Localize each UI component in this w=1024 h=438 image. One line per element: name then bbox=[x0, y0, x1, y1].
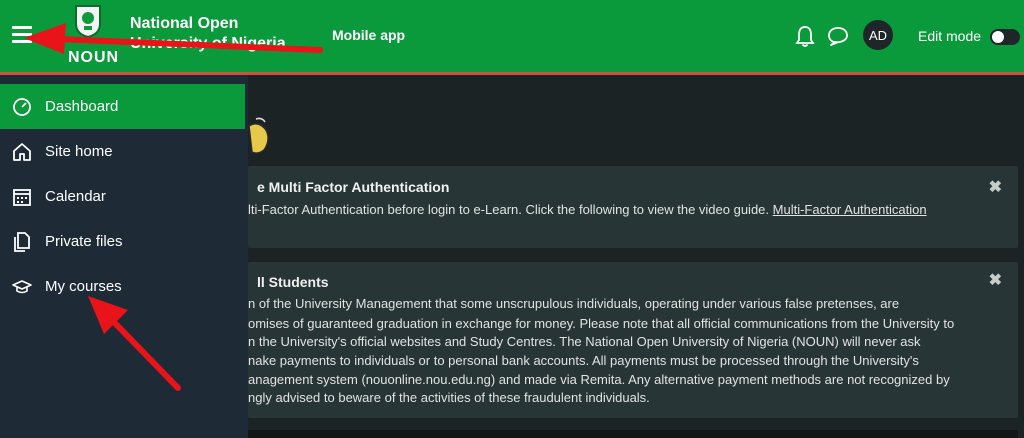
sidebar-item-label: Site home bbox=[45, 143, 113, 160]
notice-text: lti-Factor Authentication before login t… bbox=[248, 202, 927, 217]
files-icon bbox=[14, 231, 30, 252]
logo-text: NOUN bbox=[68, 49, 120, 66]
graduation-cap-icon bbox=[12, 279, 32, 293]
sidebar-item-calendar[interactable]: Calendar bbox=[0, 174, 245, 219]
sidebar-item-label: My courses bbox=[45, 278, 122, 295]
chat-icon[interactable] bbox=[826, 25, 850, 47]
toggle-knob bbox=[992, 31, 1004, 43]
sidebar-item-dashboard[interactable]: Dashboard bbox=[0, 84, 245, 129]
sidebar-item-label: Dashboard bbox=[45, 98, 119, 115]
edit-mode-label: Edit mode bbox=[918, 28, 982, 44]
notice-text-line: nake payments to individuals or to perso… bbox=[248, 353, 919, 368]
notice-text-line: omises of guaranteed graduation in excha… bbox=[248, 316, 955, 331]
notice-text-line: n the University's official websites and… bbox=[248, 334, 921, 349]
sidebar-item-private-files[interactable]: Private files bbox=[0, 219, 245, 264]
notice-title: ll Students bbox=[257, 274, 329, 290]
notice-text-line: ngly advised to beware of the activities… bbox=[248, 390, 650, 405]
site-name-line2: University of Nigeria bbox=[130, 35, 286, 52]
menu-icon[interactable] bbox=[12, 26, 32, 44]
site-name[interactable]: National Open University of Nigeria bbox=[130, 14, 286, 54]
mobile-app-link[interactable]: Mobile app bbox=[332, 27, 405, 43]
waving-hand-icon bbox=[248, 117, 269, 154]
close-icon[interactable]: ✖ bbox=[989, 270, 1002, 290]
university-logo[interactable] bbox=[72, 4, 104, 38]
notice-students: ll Students n of the University Manageme… bbox=[248, 262, 1018, 418]
site-name-line1: National Open bbox=[130, 15, 239, 32]
notice-text-line: anagement system (nouonline.nou.edu.ng) … bbox=[248, 372, 950, 387]
notice-title: e Multi Factor Authentication bbox=[257, 179, 450, 195]
sidebar-item-label: Private files bbox=[45, 233, 123, 250]
mfa-guide-link[interactable]: Multi-Factor Authentication bbox=[773, 202, 927, 217]
edit-mode-toggle[interactable] bbox=[990, 29, 1020, 45]
calendar-icon bbox=[13, 188, 31, 206]
gauge-icon bbox=[13, 97, 31, 116]
next-block-edge bbox=[248, 430, 1018, 438]
sidebar-item-my-courses[interactable]: My courses bbox=[0, 264, 245, 309]
nav-drawer: Dashboard Site home Calendar Private fil… bbox=[0, 75, 248, 438]
notice-mfa: e Multi Factor Authentication lti-Factor… bbox=[248, 166, 1018, 248]
top-navbar: NOUN National Open University of Nigeria… bbox=[0, 0, 1024, 72]
close-icon[interactable]: ✖ bbox=[989, 177, 1002, 197]
sidebar-item-label: Calendar bbox=[45, 188, 106, 205]
notice-text-line: n of the University Management that some… bbox=[248, 296, 900, 311]
home-icon bbox=[13, 142, 31, 161]
bell-icon[interactable] bbox=[794, 24, 816, 48]
avatar[interactable]: AD bbox=[863, 20, 893, 50]
sidebar-item-site-home[interactable]: Site home bbox=[0, 129, 245, 174]
